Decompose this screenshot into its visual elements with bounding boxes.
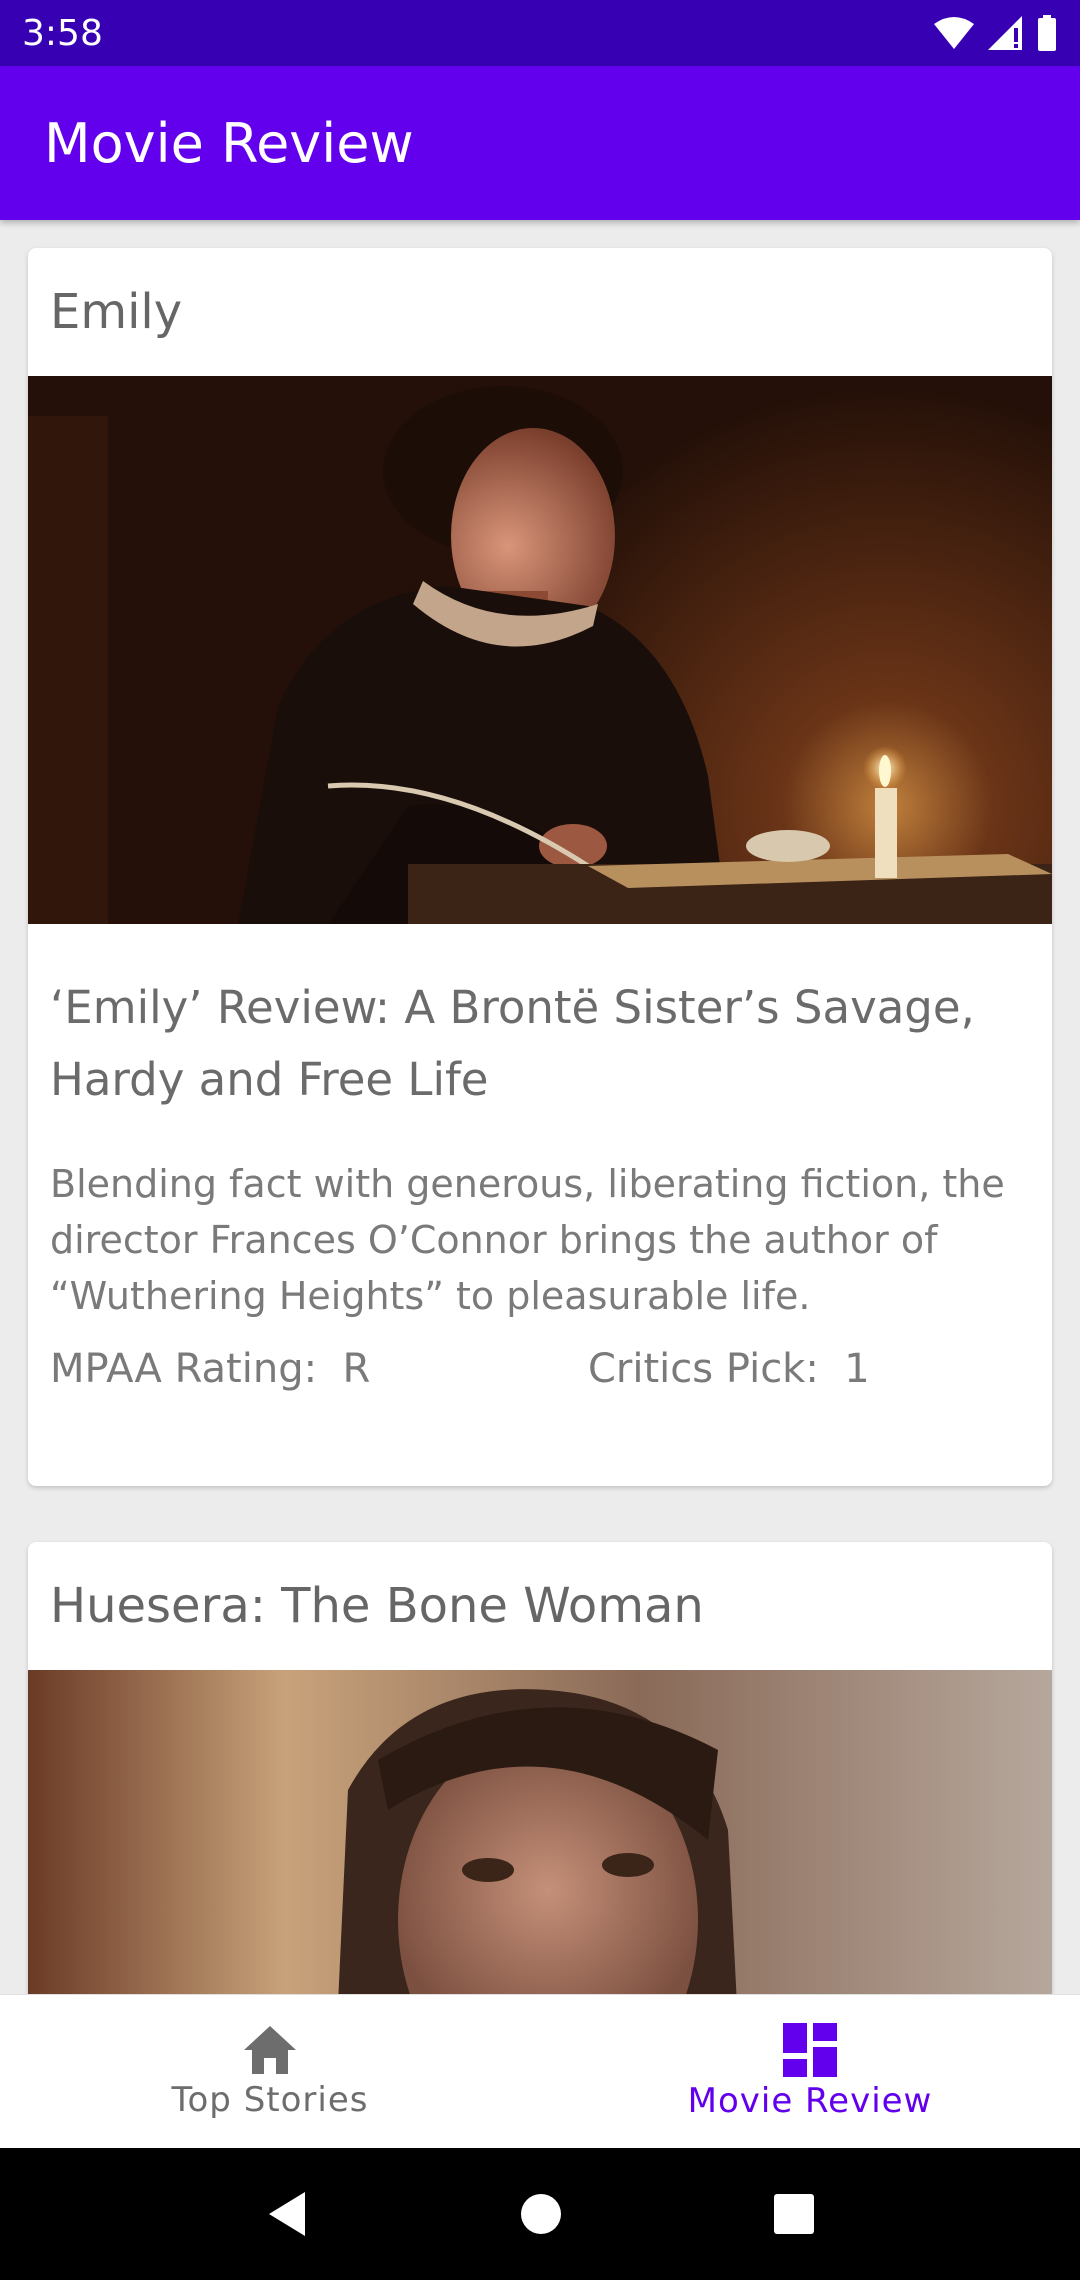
card-title: Emily (50, 284, 183, 340)
bottom-navigation: Top Stories Movie Review (0, 1994, 1080, 2148)
recents-icon[interactable] (773, 2193, 815, 2235)
critics-value: 1 (844, 1346, 870, 1392)
review-card[interactable]: Emily ‘Emily’ Review: A Brontë Sister’s … (28, 248, 1052, 1486)
app-title: Movie Review (44, 111, 414, 175)
home-icon (244, 2025, 296, 2074)
nav-item-movie-review[interactable]: Movie Review (540, 1995, 1080, 2148)
back-icon[interactable] (265, 2190, 309, 2238)
review-summary: Blending fact with generous, liberating … (50, 1162, 1005, 1318)
app-bar: Movie Review (0, 66, 1080, 220)
review-card[interactable]: Huesera: The Bone Woman (28, 1542, 1052, 1994)
mpaa-value: R (342, 1346, 371, 1392)
critics-label: Critics Pick: (588, 1346, 819, 1392)
review-meta: MPAA Rating: R Critics Pick: 1 (50, 1346, 1030, 1402)
mpaa-label: MPAA Rating: (50, 1346, 318, 1392)
review-image (28, 376, 1052, 924)
nav-label-top-stories: Top Stories (171, 2079, 369, 2120)
battery-icon (1038, 15, 1056, 51)
status-time: 3:58 (22, 12, 103, 54)
review-list[interactable]: Emily ‘Emily’ Review: A Brontë Sister’s … (0, 220, 1080, 1994)
signal-icon (988, 16, 1022, 50)
dashboard-icon (783, 2022, 837, 2077)
home-button-icon[interactable] (519, 2192, 563, 2236)
review-headline: ‘Emily’ Review: A Brontë Sister’s Savage… (50, 981, 975, 1106)
nav-item-top-stories[interactable]: Top Stories (0, 1995, 540, 2148)
review-image (28, 1670, 1052, 1994)
nav-label-movie-review: Movie Review (687, 2080, 933, 2121)
wifi-icon (934, 17, 974, 49)
card-title: Huesera: The Bone Woman (50, 1578, 704, 1634)
critics-pick: Critics Pick: 1 (588, 1346, 870, 1392)
system-navigation-bar (0, 2148, 1080, 2280)
status-icons (934, 15, 1058, 51)
mpaa-rating: MPAA Rating: R (50, 1346, 370, 1392)
status-bar: 3:58 (0, 0, 1080, 66)
